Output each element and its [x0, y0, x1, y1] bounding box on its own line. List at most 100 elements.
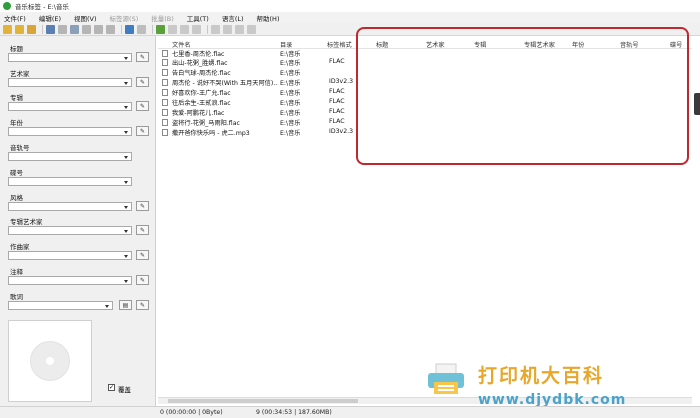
list-view-icon[interactable] — [137, 24, 146, 34]
annotation-highlight — [356, 27, 689, 165]
status-total: 9 (00:34:53 | 187.60MB) — [256, 409, 332, 416]
file-tag-format: FLAC — [329, 58, 345, 65]
year-tool-button[interactable]: ✎ — [136, 126, 149, 136]
audio-file-icon — [162, 129, 168, 136]
printer-logo-icon — [428, 363, 464, 394]
add-folder-icon[interactable] — [27, 24, 36, 34]
file-directory: E:\音乐 — [280, 120, 301, 127]
cover-art-box[interactable] — [8, 320, 92, 402]
title-tool-button[interactable]: ✎ — [136, 52, 149, 62]
toolbar-separator — [152, 24, 153, 34]
clipboard-icon[interactable] — [223, 24, 232, 34]
album-artist-tool-button[interactable]: ✎ — [136, 225, 149, 235]
file-name: 盗将行-花粥_马雨阳.flac — [172, 120, 240, 127]
folder-icon[interactable] — [15, 24, 24, 34]
artist-combo[interactable] — [8, 78, 132, 87]
track-combo[interactable] — [8, 152, 132, 161]
lyrics-combo[interactable] — [8, 301, 113, 310]
column-filename[interactable]: 文件名 — [172, 40, 191, 49]
comment-label: 注释 — [10, 268, 23, 276]
artist-label: 艺术家 — [10, 70, 30, 78]
artist-tool-button[interactable]: ✎ — [136, 77, 149, 87]
file-name: 往后余生-王贰浪.flac — [172, 100, 231, 107]
rename-icon[interactable] — [180, 24, 189, 34]
edit-icon: ▤ — [122, 301, 129, 309]
genre-combo[interactable] — [8, 202, 132, 211]
side-panel-toggle[interactable] — [694, 93, 700, 115]
genre-label: 风格 — [10, 194, 23, 202]
paste-icon[interactable] — [94, 24, 103, 34]
menu-language[interactable]: 语言(L) — [222, 13, 244, 23]
composer-combo[interactable] — [8, 251, 132, 260]
cover-checkbox[interactable]: ✓ — [108, 384, 115, 391]
album-combo[interactable] — [8, 102, 132, 111]
file-tag-format: FLAC — [329, 108, 345, 115]
comment-tool-button[interactable]: ✎ — [136, 275, 149, 285]
wrench-icon: ✎ — [139, 202, 146, 210]
delete-icon[interactable] — [58, 24, 67, 34]
wrench-icon: ✎ — [139, 276, 146, 284]
file-name: 好喜欢你-王广允.flac — [172, 90, 231, 97]
scrollbar-thumb[interactable] — [168, 399, 358, 403]
file-directory: E:\音乐 — [280, 130, 301, 137]
audio-file-icon — [162, 59, 168, 66]
menu-bar: 文件(F) 编辑(E) 视图(V) 标签源(S) 批量(B) 工具(T) 语言(… — [0, 12, 700, 23]
wrench-icon: ✎ — [139, 251, 146, 259]
audio-file-icon — [162, 99, 168, 106]
cut-icon[interactable] — [211, 24, 220, 34]
file-directory: E:\音乐 — [280, 100, 301, 107]
wrench-icon: ✎ — [139, 53, 146, 61]
audio-file-icon — [162, 109, 168, 116]
status-bar: 0 (00:00:00 | 0Byte) 9 (00:34:53 | 187.6… — [0, 406, 700, 418]
file-directory: E:\音乐 — [280, 90, 301, 97]
menu-file[interactable]: 文件(F) — [4, 13, 26, 23]
menu-help[interactable]: 帮助(H) — [257, 13, 280, 23]
composer-tool-button[interactable]: ✎ — [136, 250, 149, 260]
column-tag-format[interactable]: 标签格式 — [327, 40, 352, 49]
file-tag-format: FLAC — [329, 98, 345, 105]
menu-batch[interactable]: 批量(B) — [151, 13, 174, 23]
menu-tag-source[interactable]: 标签源(S) — [110, 13, 139, 23]
file-tag-format: FLAC — [329, 88, 345, 95]
watermark-title: 打印机大百科 — [478, 365, 605, 387]
album-artist-combo[interactable] — [8, 226, 132, 235]
convert-icon[interactable] — [192, 24, 201, 34]
file-name: 我爱-阿鹏花儿.flac — [172, 110, 225, 117]
column-directory[interactable]: 目录 — [280, 40, 292, 49]
album-artist-label: 专辑艺术家 — [10, 218, 43, 226]
edit-icon[interactable] — [106, 24, 115, 34]
window-title: 音乐标签 - E:\音乐 — [15, 3, 69, 11]
composer-label: 作曲家 — [10, 243, 30, 251]
menu-tools[interactable]: 工具(T) — [187, 13, 209, 23]
file-tag-format: ID3v2.3 — [329, 128, 354, 135]
batch-icon[interactable] — [168, 24, 177, 34]
year-combo[interactable] — [8, 127, 132, 136]
genre-tool-button[interactable]: ✎ — [136, 201, 149, 211]
comment-combo[interactable] — [8, 276, 132, 285]
file-directory: E:\音乐 — [280, 70, 301, 77]
grid-view-icon[interactable] — [125, 24, 134, 34]
tag-panel: 标题 ✎ 艺术家 ✎ 专辑 ✎ 年份 ✎ 音轨号 碟号 风格 ✎ 专辑艺术家 ✎… — [0, 36, 156, 406]
disc-combo[interactable] — [8, 177, 132, 186]
file-name: 告白气球-周杰伦.flac — [172, 70, 231, 77]
file-name: 周杰伦 - 说好不哭(With 五月天阿信)... — [172, 80, 278, 87]
toolbar-separator — [207, 24, 208, 34]
lyrics-tool-button[interactable]: ✎ — [136, 300, 149, 310]
audio-file-icon — [162, 69, 168, 76]
cd-hole — [46, 357, 54, 365]
lyrics-edit-button[interactable]: ▤ — [119, 300, 132, 310]
menu-view[interactable]: 视图(V) — [74, 13, 97, 23]
album-tool-button[interactable]: ✎ — [136, 101, 149, 111]
audio-icon[interactable] — [235, 24, 244, 34]
save-icon[interactable] — [46, 24, 55, 34]
open-folder-icon[interactable] — [3, 24, 12, 34]
wrench-icon: ✎ — [139, 127, 146, 135]
tag-source-icon[interactable] — [156, 24, 165, 34]
settings-icon[interactable] — [247, 24, 256, 34]
wrench-icon: ✎ — [139, 78, 146, 86]
copy-icon[interactable] — [82, 24, 91, 34]
undo-icon[interactable] — [70, 24, 79, 34]
title-combo[interactable] — [8, 53, 132, 62]
menu-edit[interactable]: 编辑(E) — [39, 13, 61, 23]
app-icon — [3, 2, 11, 10]
